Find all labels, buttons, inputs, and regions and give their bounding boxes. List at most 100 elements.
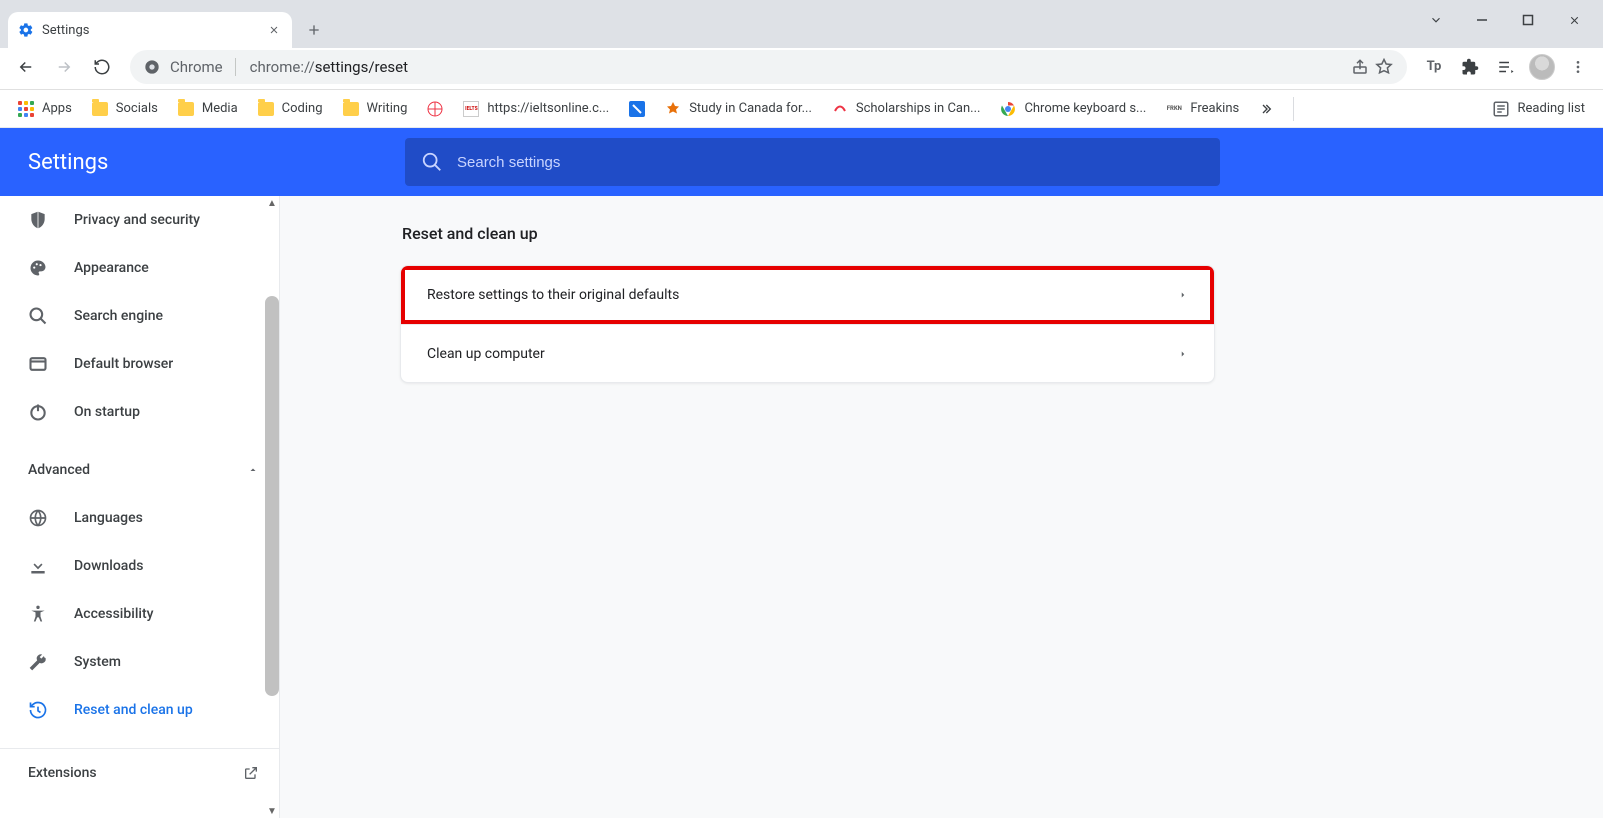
browser-tab[interactable]: Settings	[8, 12, 292, 48]
bookmark-ielts[interactable]: IELTS https://ieltsonline.c...	[455, 97, 617, 121]
chevron-up-icon	[247, 464, 259, 476]
bookmark-label: Apps	[42, 101, 72, 116]
sidebar-item-downloads[interactable]: Downloads	[0, 542, 279, 590]
bookmark-socials[interactable]: Socials	[84, 97, 166, 120]
nav-label: Languages	[74, 510, 143, 526]
power-icon	[28, 402, 48, 422]
apps-grid-icon	[18, 101, 34, 117]
url-scheme: chrome://	[250, 58, 315, 76]
settings-search-input[interactable]	[457, 154, 1204, 171]
tab-close-icon[interactable]	[266, 22, 282, 38]
sidebar-item-extensions[interactable]: Extensions	[0, 749, 279, 797]
bookmark-label: https://ieltsonline.c...	[487, 101, 609, 116]
share-icon[interactable]	[1351, 58, 1369, 76]
bookmark-study-canada[interactable]: Study in Canada for...	[657, 97, 820, 121]
sidebar-item-appearance[interactable]: Appearance	[0, 244, 279, 292]
settings-main: Reset and clean up Restore settings to t…	[280, 196, 1603, 818]
row-clean-up-computer[interactable]: Clean up computer	[401, 324, 1214, 382]
section-heading: Reset and clean up	[402, 224, 538, 243]
favicon-icon	[427, 101, 443, 117]
bookmark-chrome-keyboard[interactable]: Chrome keyboard s...	[992, 97, 1154, 121]
new-tab-button[interactable]	[298, 14, 330, 46]
favicon-icon	[629, 101, 645, 117]
bookmark-label: Chrome keyboard s...	[1024, 101, 1146, 116]
settings-gear-icon	[18, 22, 34, 38]
chevron-right-icon	[1178, 290, 1188, 300]
address-bar[interactable]: Chrome chrome://settings/reset	[130, 50, 1407, 84]
sidebar-section-advanced[interactable]: Advanced	[0, 446, 279, 494]
download-icon	[28, 556, 48, 576]
bookmark-label: Freakins	[1190, 101, 1239, 116]
globe-icon	[28, 508, 48, 528]
sidebar-item-privacy[interactable]: Privacy and security	[0, 196, 279, 244]
settings-search[interactable]	[405, 138, 1220, 186]
wrench-icon	[28, 652, 48, 672]
nav-label: Reset and clean up	[74, 702, 193, 718]
nav-label: On startup	[74, 404, 140, 420]
bookmark-site-1[interactable]	[419, 97, 451, 121]
sidebar-item-accessibility[interactable]: Accessibility	[0, 590, 279, 638]
sidebar-item-languages[interactable]: Languages	[0, 494, 279, 542]
extensions-puzzle-icon[interactable]	[1455, 52, 1485, 82]
sidebar-item-on-startup[interactable]: On startup	[0, 388, 279, 436]
row-restore-defaults[interactable]: Restore settings to their original defau…	[401, 266, 1214, 324]
folder-icon	[178, 102, 194, 116]
media-control-icon[interactable]	[1491, 52, 1521, 82]
bookmark-star-icon[interactable]	[1375, 58, 1393, 76]
favicon-icon	[1000, 101, 1016, 117]
forward-button[interactable]	[48, 51, 80, 83]
folder-icon	[343, 102, 359, 116]
nav-label: Default browser	[74, 356, 173, 372]
window-minimize-button[interactable]	[1459, 4, 1505, 36]
search-icon	[28, 306, 48, 326]
extension-tp-icon[interactable]: Tp	[1419, 52, 1449, 82]
url-text: chrome://settings/reset	[250, 58, 408, 76]
bookmark-scholarships[interactable]: Scholarships in Can...	[824, 97, 989, 121]
open-in-new-icon	[243, 765, 259, 781]
bookmark-media[interactable]: Media	[170, 97, 246, 120]
tab-search-dropdown-icon[interactable]	[1413, 4, 1459, 36]
window-close-button[interactable]	[1551, 4, 1597, 36]
browser-toolbar: Chrome chrome://settings/reset Tp	[0, 48, 1603, 90]
sidebar-item-default-browser[interactable]: Default browser	[0, 340, 279, 388]
nav-label: Appearance	[74, 260, 149, 276]
site-chip-label: Chrome	[170, 58, 223, 76]
reload-button[interactable]	[86, 51, 118, 83]
window-maximize-button[interactable]	[1505, 4, 1551, 36]
scrollbar-thumb[interactable]	[265, 296, 279, 696]
shield-icon	[28, 210, 48, 230]
url-path: settings/reset	[315, 58, 408, 76]
favicon-icon	[665, 101, 681, 117]
restore-icon	[28, 700, 48, 720]
sidebar-item-system[interactable]: System	[0, 638, 279, 686]
tp-label: Tp	[1427, 59, 1442, 74]
bookmark-label: Scholarships in Can...	[856, 101, 981, 116]
folder-icon	[92, 102, 108, 116]
chrome-menu-icon[interactable]	[1563, 52, 1593, 82]
favicon-icon	[832, 101, 848, 117]
accessibility-icon	[28, 604, 48, 624]
settings-title: Settings	[0, 150, 405, 175]
nav-label: Privacy and security	[74, 212, 200, 228]
settings-card: Restore settings to their original defau…	[400, 265, 1215, 383]
chip-divider	[235, 58, 236, 76]
reading-list-button[interactable]: Reading list	[1484, 96, 1593, 122]
bookmark-writing[interactable]: Writing	[335, 97, 416, 120]
bookmark-freakins[interactable]: FRKN Freakins	[1158, 97, 1247, 121]
bookmark-coding[interactable]: Coding	[250, 97, 331, 120]
sidebar-item-search-engine[interactable]: Search engine	[0, 292, 279, 340]
section-label-text: Advanced	[28, 462, 90, 478]
nav-label: Downloads	[74, 558, 143, 574]
back-button[interactable]	[10, 51, 42, 83]
profile-avatar[interactable]	[1527, 52, 1557, 82]
palette-icon	[28, 258, 48, 278]
bookmark-label: Socials	[116, 101, 158, 116]
bookmark-label: Coding	[282, 101, 323, 116]
bookmarks-overflow[interactable]	[1251, 97, 1279, 121]
bookmark-site-2[interactable]	[621, 97, 653, 121]
bookmark-label: Study in Canada for...	[689, 101, 812, 116]
scroll-down-arrow-icon[interactable]: ▼	[265, 804, 279, 818]
bookmark-label: Media	[202, 101, 238, 116]
bookmark-apps[interactable]: Apps	[10, 97, 80, 121]
sidebar-item-reset[interactable]: Reset and clean up	[0, 686, 279, 734]
